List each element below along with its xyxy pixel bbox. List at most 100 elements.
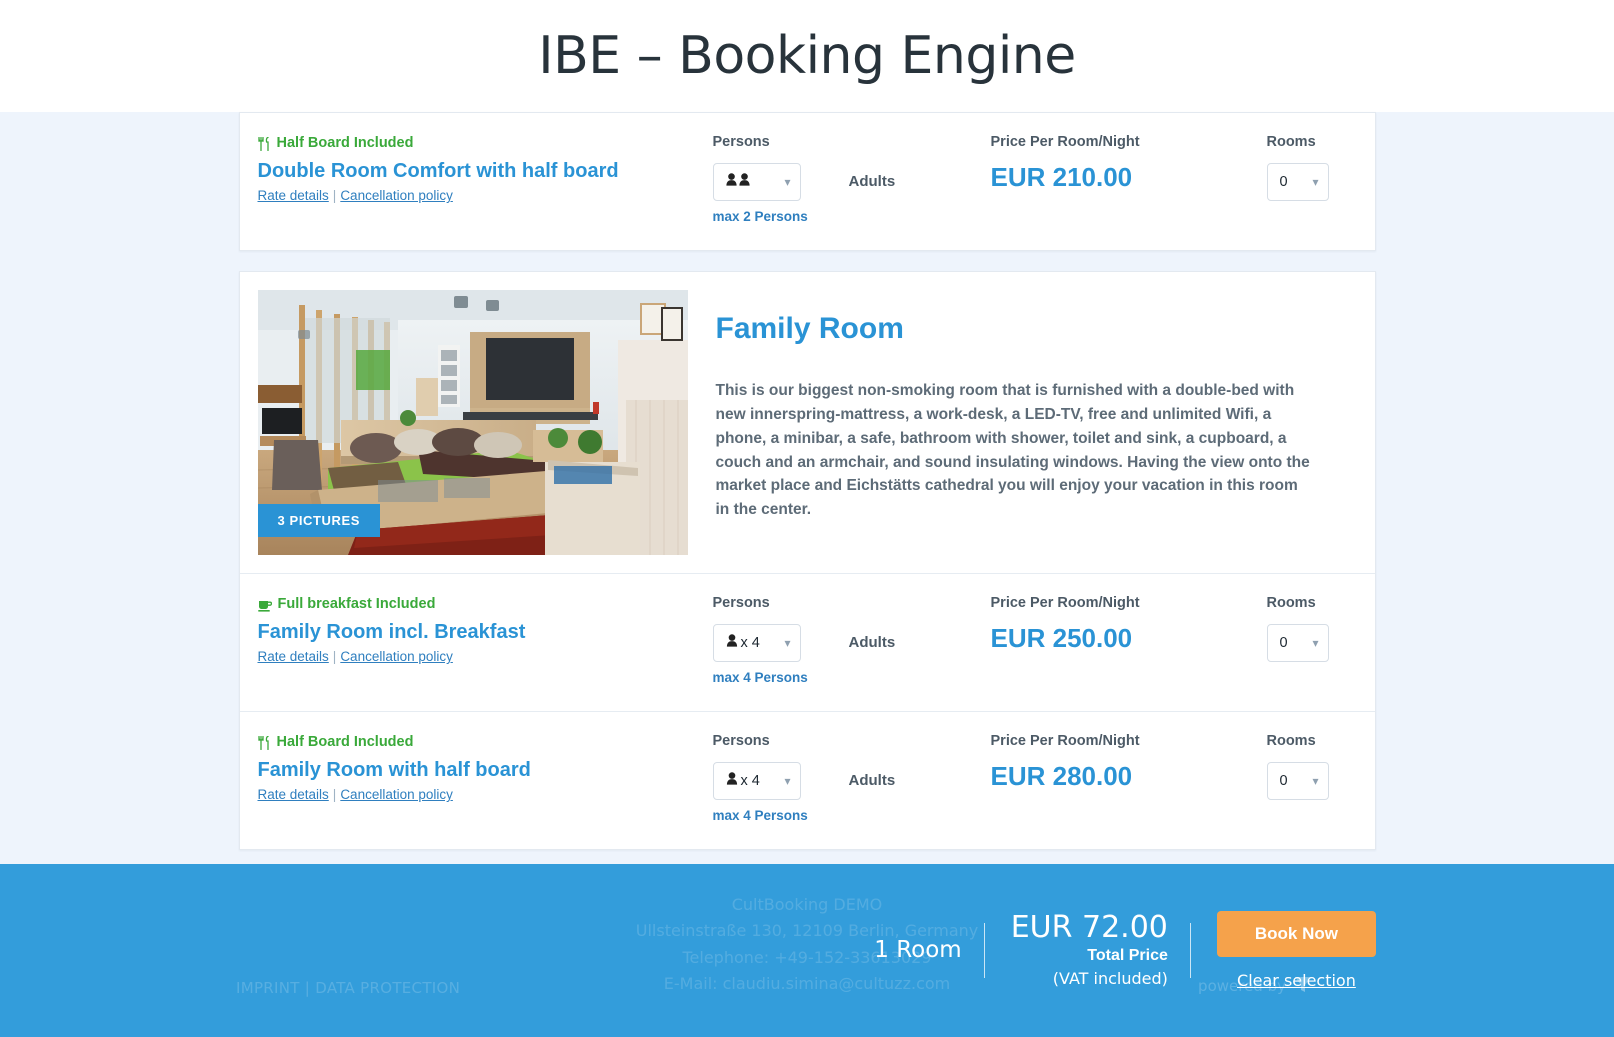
page-footer: CultBooking DEMO Ullsteinstraße 130, 121… <box>0 864 1614 1037</box>
persons-control: x 4 ▾ Adults <box>712 623 991 662</box>
board-label: Full breakfast Included <box>277 595 436 612</box>
price-header: Price Per Room/Night <box>990 134 1140 150</box>
room-details: Family Room This is our biggest non-smok… <box>688 290 1357 555</box>
chevron-down-icon: ▾ <box>784 773 791 788</box>
max-persons-note: max 2 Persons <box>712 208 808 224</box>
main-content: Half Board Included Double Room Comfort … <box>0 112 1614 850</box>
page-header: IBE – Booking Engine <box>0 0 1614 112</box>
persons-select-value <box>725 173 752 190</box>
board-badge: Full breakfast Included <box>257 595 713 613</box>
persons-control: x 4 ▾ Adults <box>712 761 991 800</box>
persons-select[interactable]: x 4 ▾ <box>712 761 801 800</box>
rate-info: Half Board Included Family Room with hal… <box>258 734 713 802</box>
rooms-column: Rooms 0 ▾ <box>1266 732 1351 800</box>
price-column: Price Per Room/Night EUR 210.00 <box>990 134 1267 192</box>
price-column: Price Per Room/Night EUR 280.00 <box>990 733 1267 791</box>
room-description: This is our biggest non-smoking room tha… <box>715 381 1310 519</box>
person-icon <box>726 634 738 651</box>
max-persons-note: max 4 Persons <box>712 807 808 823</box>
rooms-select[interactable]: 0 ▾ <box>1266 623 1329 662</box>
rate-links: Rate details | Cancellation policy <box>258 188 713 203</box>
page-root: IBE – Booking Engine Half Board Included <box>0 0 1614 1037</box>
cancellation-policy-link[interactable]: Cancellation policy <box>340 649 453 664</box>
clear-selection-link[interactable]: Clear selection <box>1217 971 1376 990</box>
cutlery-icon <box>257 735 271 750</box>
rooms-select-value: 0 <box>1279 772 1288 789</box>
persons-select[interactable]: x 4 ▾ <box>712 623 801 662</box>
price-value: EUR 250.00 <box>990 622 1133 653</box>
board-badge: Half Board Included <box>257 733 713 751</box>
persons-select-value: x 4 <box>726 772 760 789</box>
max-persons-note: max 4 Persons <box>712 669 808 685</box>
adults-label: Adults <box>848 634 896 652</box>
rooms-select-value: 0 <box>1279 634 1288 651</box>
price-column: Price Per Room/Night EUR 250.00 <box>990 594 1267 653</box>
rate-name: Family Room with half board <box>257 759 531 782</box>
room-card-family-room: 3 PICTURES Family Room This is our bigge… <box>238 270 1376 850</box>
persons-control: ▾ Adults <box>712 162 991 201</box>
board-label: Half Board Included <box>276 733 414 750</box>
board-label: Half Board Included <box>276 135 414 151</box>
adults-label: Adults <box>848 772 896 790</box>
chevron-down-icon: ▾ <box>784 635 791 650</box>
room-gallery[interactable]: 3 PICTURES <box>257 289 688 555</box>
rooms-select-value: 0 <box>1279 173 1288 190</box>
chevron-down-icon: ▾ <box>1312 773 1319 788</box>
persons-column: Persons x 4 ▾ Adults max 4 Persons <box>712 594 991 685</box>
persons-header: Persons <box>712 732 770 749</box>
rate-name: Double Room Comfort with half board <box>257 160 619 183</box>
booking-summary-inner: 1 Room EUR 72.00 Total Price (VAT includ… <box>874 911 1376 990</box>
cancellation-policy-link[interactable]: Cancellation policy <box>340 787 453 802</box>
rooms-header: Rooms <box>1266 594 1316 611</box>
adults-label: Adults <box>848 173 896 191</box>
rate-name: Family Room incl. Breakfast <box>257 621 526 644</box>
rooms-column: Rooms 0 ▾ <box>1266 134 1351 201</box>
price-header: Price Per Room/Night <box>990 594 1140 611</box>
persons-column: Persons x 4 ▾ Adults max 4 Persons <box>712 732 991 823</box>
persons-select[interactable]: ▾ <box>712 162 801 201</box>
rooms-select[interactable]: 0 ▾ <box>1266 761 1329 800</box>
rate-details-link[interactable]: Rate details <box>258 188 329 203</box>
persons-header: Persons <box>712 134 770 150</box>
chevron-down-icon: ▾ <box>1312 174 1319 189</box>
rate-row: Full breakfast Included Family Room incl… <box>240 574 1375 711</box>
rooms-header: Rooms <box>1266 134 1316 150</box>
page-title: IBE – Booking Engine <box>538 26 1076 86</box>
room-title: Family Room <box>715 311 904 345</box>
board-badge: Half Board Included <box>257 135 713 152</box>
chevron-down-icon: ▾ <box>1312 635 1319 650</box>
persons-multiplier: x 4 <box>740 634 760 651</box>
link-separator: | <box>332 188 337 204</box>
coffee-cup-icon <box>257 598 272 612</box>
rate-row: Half Board Included Family Room with hal… <box>239 710 1375 849</box>
rate-details-link[interactable]: Rate details <box>258 649 329 664</box>
cutlery-icon <box>257 136 271 151</box>
booking-actions: Book Now Clear selection <box>1191 910 1376 990</box>
rooms-column: Rooms 0 ▾ <box>1266 594 1351 662</box>
persons-header: Persons <box>712 594 770 611</box>
rooms-select[interactable]: 0 ▾ <box>1266 162 1329 201</box>
rate-info: Full breakfast Included Family Room incl… <box>258 596 713 664</box>
chevron-down-icon: ▾ <box>784 174 791 189</box>
rate-links: Rate details | Cancellation policy <box>258 649 713 664</box>
rooms-header: Rooms <box>1266 732 1316 749</box>
rate-details-link[interactable]: Rate details <box>258 787 329 802</box>
book-now-button[interactable]: Book Now <box>1216 910 1376 957</box>
rate-links: Rate details | Cancellation policy <box>258 787 713 802</box>
pictures-count-badge[interactable]: 3 PICTURES <box>257 503 381 537</box>
room-hero: 3 PICTURES Family Room This is our bigge… <box>239 272 1375 574</box>
price-value: EUR 210.00 <box>990 161 1133 192</box>
total-price-label: Total Price <box>1087 946 1168 964</box>
link-separator: | <box>332 787 337 803</box>
selected-rooms-count: 1 Room <box>874 937 962 964</box>
footer-imprint-links[interactable]: IMPRINT | DATA PROTECTION <box>236 979 460 997</box>
total-price-vat-note: (VAT included) <box>1052 968 1168 988</box>
person-icon <box>726 772 738 789</box>
price-value: EUR 280.00 <box>990 760 1133 791</box>
room-card-double-room: Half Board Included Double Room Comfort … <box>238 112 1376 251</box>
link-separator: | <box>332 649 337 665</box>
persons-multiplier: x 4 <box>740 772 760 789</box>
total-price-block: EUR 72.00 Total Price (VAT included) <box>985 911 1190 990</box>
rate-info: Half Board Included Double Room Comfort … <box>258 135 713 203</box>
cancellation-policy-link[interactable]: Cancellation policy <box>340 188 453 203</box>
